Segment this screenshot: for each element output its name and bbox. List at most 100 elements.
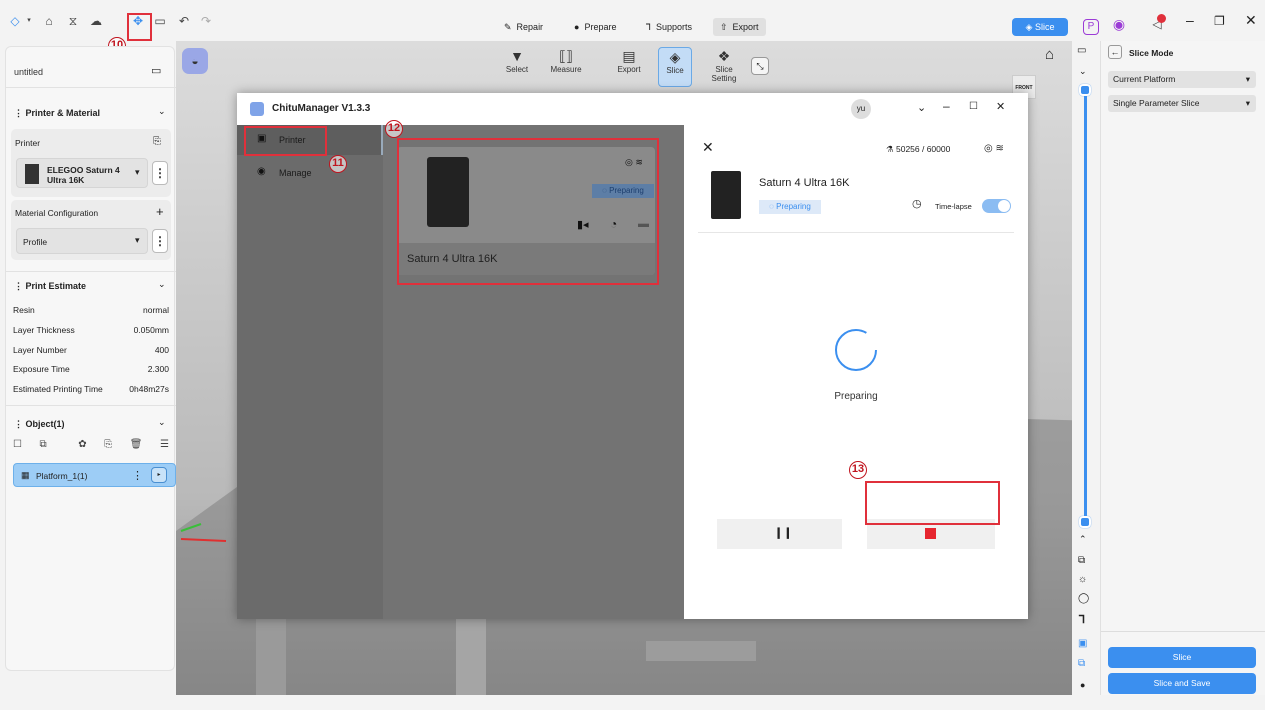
expand-arrow-icon[interactable]: ▸ (151, 467, 167, 483)
timelapse-icon: ◷ (912, 198, 922, 210)
printer-thumb (711, 171, 741, 219)
minimize-icon[interactable]: – (1186, 12, 1194, 28)
layer-slider-top-handle[interactable] (1079, 84, 1091, 96)
platform-list-item[interactable]: ▦ Platform_1(1) ⋮ ▸ (13, 463, 176, 487)
material-card: Material Configuration + Profile ▾ ⋮ (11, 200, 171, 260)
drag-handle-icon: ⋮ (14, 108, 26, 118)
plugin-icon[interactable]: P (1083, 19, 1099, 35)
cube-icon[interactable]: ⧉ (1078, 555, 1085, 566)
tab-export[interactable]: ⇧ Export (713, 18, 766, 36)
circle-icon[interactable]: ◯ (1078, 593, 1089, 604)
modal-title: ChituManager V1.3.3 (272, 103, 371, 114)
layer-slider-track[interactable] (1084, 88, 1087, 524)
restore-icon[interactable]: ❐ (1214, 14, 1225, 28)
maximize-icon[interactable]: ☐ (969, 101, 978, 112)
close-icon[interactable]: ✕ (1245, 12, 1257, 29)
chevron-up-icon[interactable]: ⌃ (1079, 534, 1087, 545)
divider (698, 232, 1014, 233)
delete-icon[interactable]: 🗑︎ (130, 439, 143, 450)
panel-toggle-icon[interactable]: ▭ (1077, 45, 1086, 56)
slice-setting-icon: ❖ (717, 48, 731, 64)
dot-icon[interactable]: ● (1080, 680, 1085, 690)
view-mode-icon[interactable]: ▣ (1078, 638, 1087, 649)
tab-repair[interactable]: ✎ Repair (504, 18, 543, 36)
estimate-row-exposure-time: Exposure Time 2.300 (13, 364, 169, 374)
top-toolbar: ◇ ▾ ⌂ ⧖ ☁ ✥ ▭ ↶ ↷ 10 ✎ Repair ● Prepare ⅂ S… (0, 0, 1265, 55)
slice-button[interactable]: ◈ Slice (658, 47, 692, 87)
platform-select[interactable]: Current Platform ▾ (1108, 71, 1256, 88)
nav-item-manage[interactable]: ◉ Manage (237, 159, 383, 187)
printer-label: Printer (15, 138, 41, 148)
profile-select[interactable]: Profile ▾ (16, 228, 148, 254)
home-view-icon[interactable]: ⌂ (1045, 46, 1054, 63)
panel-toggle-icon[interactable]: ▭ (151, 64, 161, 77)
close-detail-icon[interactable]: ✕ (702, 139, 714, 156)
chevron-down-icon[interactable]: ⌄ (1079, 66, 1087, 77)
slice-pill-button[interactable]: ◈ Slice (1012, 18, 1068, 36)
palette-icon[interactable]: ✿ (78, 439, 86, 450)
close-icon[interactable]: ✕ (996, 100, 1005, 113)
slice-action-button[interactable]: Slice (1108, 647, 1256, 668)
support-icon[interactable]: ⅂ (1079, 613, 1085, 626)
chevron-down-icon[interactable]: ⌄ (158, 106, 166, 117)
cursor-icon: ▼ (510, 48, 524, 64)
cloud-icon[interactable]: ☁ (89, 14, 103, 28)
print-estimate-header[interactable]: ⋮ Print Estimate (14, 281, 86, 292)
back-arrow-icon[interactable]: ← (1108, 45, 1122, 59)
resin-icon: ⚗ (886, 144, 896, 154)
resin-counter: ⚗ 50256 / 60000 (886, 144, 951, 154)
dropdown-arrow-icon: ▾ (135, 235, 140, 245)
layer-slider-bottom-handle[interactable] (1079, 516, 1091, 528)
printer-select[interactable]: ELEGOO Saturn 4 Ultra 16K ▾ (16, 158, 148, 188)
loading-spinner-icon (835, 329, 877, 371)
layout-icon[interactable]: ☰ (160, 439, 169, 450)
slice-mode-title: Slice Mode (1129, 48, 1174, 58)
avatar-icon[interactable]: ◉ (1112, 17, 1126, 31)
detail-status-badge: ◌ Preparing (759, 200, 821, 214)
select-button[interactable]: ▼ Select (500, 47, 534, 87)
redo-icon[interactable]: ↷ (199, 14, 213, 28)
export-icon: ⇧ (720, 22, 728, 32)
save-icon[interactable]: ▭ (153, 14, 167, 28)
object-header[interactable]: ⋮ Object(1) (14, 419, 65, 430)
chevron-down-icon[interactable]: ⌄ (158, 279, 166, 290)
user-avatar[interactable]: yu (851, 99, 871, 119)
pause-icon: ❙❙ (774, 527, 793, 539)
recent-icon[interactable]: ⧖ (66, 14, 80, 28)
printer-detail-panel: ✕ ⚗ 50256 / 60000 ◎ ≋ Saturn 4 Ultra 16K… (684, 125, 1028, 619)
drag-handle-icon: ⋮ (14, 419, 26, 429)
divider (6, 271, 176, 272)
home-icon[interactable]: ⌂ (42, 14, 56, 28)
minimize-icon[interactable]: – (943, 99, 950, 113)
chitu-logo-icon (250, 102, 264, 116)
add-material-icon[interactable]: + (156, 204, 164, 219)
app-logo-icon[interactable]: ◇ (8, 14, 22, 28)
export-button[interactable]: ▤ Export (612, 47, 646, 87)
dropdown-chevron-icon[interactable]: ⌄ (917, 101, 926, 114)
layer-view-icon[interactable]: ⧉ (1078, 658, 1085, 669)
collapse-icon[interactable]: ⤡ (751, 57, 769, 75)
parameter-select[interactable]: Single Parameter Slice ▾ (1108, 95, 1256, 112)
group-icon[interactable]: ⧉ (40, 439, 47, 450)
sun-icon[interactable]: ☼ (1078, 574, 1087, 585)
tab-supports[interactable]: ⅂ Supports (646, 18, 692, 36)
platform-more-icon[interactable]: ⋮ (132, 469, 143, 482)
undo-icon[interactable]: ↶ (177, 14, 191, 28)
copy-icon[interactable]: ⎘ (104, 439, 112, 450)
profile-more-button[interactable]: ⋮ (152, 229, 168, 253)
timelapse-toggle[interactable] (982, 199, 1011, 213)
printer-settings-icon[interactable]: ⎘ (153, 136, 161, 147)
printer-material-header[interactable]: ⋮ Printer & Material (14, 108, 100, 119)
measure-button[interactable]: ⟦⟧ Measure (546, 47, 586, 87)
pause-button[interactable]: ❙❙ (717, 519, 842, 549)
slice-setting-button[interactable]: ❖ Slice Setting (704, 47, 744, 87)
tab-prepare[interactable]: ● Prepare (574, 18, 616, 36)
chevron-down-icon[interactable]: ⌄ (158, 417, 166, 428)
visibility-toggle-icon[interactable]: ◒ (182, 48, 208, 74)
slice-and-save-button[interactable]: Slice and Save (1108, 673, 1256, 694)
checkbox-icon[interactable]: ☐ (13, 439, 22, 450)
chevron-down-icon[interactable]: ▾ (22, 14, 36, 28)
estimate-row-layer-thickness: Layer Thickness 0.050mm (13, 325, 169, 335)
progress-status: Preparing (834, 391, 878, 402)
printer-more-button[interactable]: ⋮ (152, 161, 168, 185)
